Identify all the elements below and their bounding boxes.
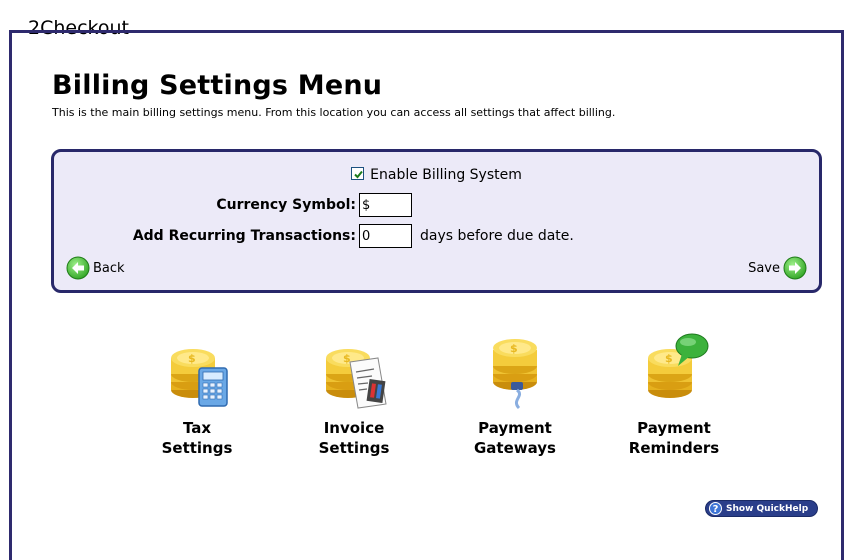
billing-settings-panel: Enable Billing System Currency Symbol: A… [51, 149, 822, 293]
svg-text:$: $ [343, 352, 351, 365]
save-arrow-icon [783, 256, 807, 280]
page-title: Billing Settings Menu [52, 70, 383, 101]
enable-billing-checkbox[interactable] [351, 167, 365, 180]
invoice-settings-label: Invoice Settings [318, 419, 390, 457]
svg-text:$: $ [665, 352, 673, 365]
tax-settings-link[interactable]: $ Tax Settings [137, 332, 257, 458]
currency-symbol-input[interactable] [359, 193, 412, 217]
save-button[interactable]: Save [748, 256, 807, 280]
show-quickhelp-button[interactable]: ? Show QuickHelp [705, 500, 818, 517]
svg-text:$: $ [510, 342, 518, 355]
frame-left-border [9, 30, 12, 560]
recurring-transactions-label: Add Recurring Transactions: [132, 228, 356, 244]
payment-gateways-label: Payment Gateways [473, 419, 556, 457]
page-description: This is the main billing settings menu. … [52, 106, 616, 119]
brand-label: 2Checkout [28, 17, 129, 39]
coins-plug-icon: $ [475, 332, 555, 412]
recurring-days-suffix: days before due date. [420, 228, 574, 244]
coins-calculator-icon: $ [157, 332, 237, 412]
tax-settings-label: Tax Settings [161, 419, 233, 457]
question-mark-icon: ? [709, 502, 722, 515]
payment-gateways-link[interactable]: $ Payment Gateways [455, 332, 575, 458]
back-arrow-icon [66, 256, 90, 280]
recurring-days-input[interactable] [359, 224, 412, 248]
payment-reminders-label: Payment Reminders [628, 419, 720, 457]
frame-top-border [9, 30, 844, 33]
show-quickhelp-label: Show QuickHelp [726, 503, 809, 514]
enable-billing-row: Enable Billing System [54, 167, 819, 183]
coins-speech-bubble-icon: $ [634, 332, 714, 412]
enable-billing-label[interactable]: Enable Billing System [370, 167, 522, 183]
checkmark-icon [354, 170, 363, 179]
payment-reminders-link[interactable]: $ Payment Reminders [614, 332, 734, 458]
invoice-settings-link[interactable]: $ Invoice Settings [294, 332, 414, 458]
currency-symbol-label: Currency Symbol: [216, 197, 356, 213]
svg-text:$: $ [188, 352, 196, 365]
coins-invoice-icon: $ [314, 332, 394, 412]
save-label: Save [748, 260, 780, 276]
back-label: Back [93, 260, 125, 276]
back-button[interactable]: Back [66, 256, 125, 280]
